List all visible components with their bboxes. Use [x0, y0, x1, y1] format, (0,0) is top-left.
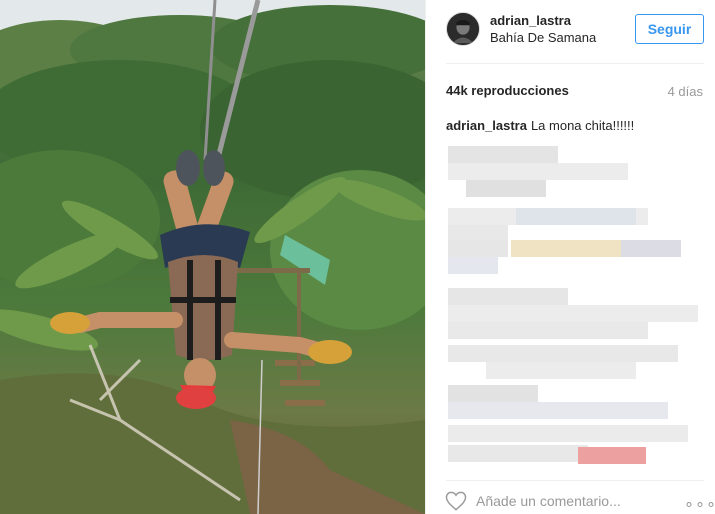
location-link[interactable]: Bahía De Samana: [490, 30, 596, 45]
pixel-block: [448, 240, 508, 257]
post-caption: adrian_lastra La mona chita!!!!!!: [446, 118, 634, 133]
post-header: adrian_lastra Bahía De Samana Seguir: [426, 0, 715, 62]
pixel-block: [511, 240, 621, 257]
post-media[interactable]: [0, 0, 425, 514]
pixel-block: [448, 257, 498, 274]
heart-icon[interactable]: [445, 491, 467, 511]
pixel-block: [578, 447, 646, 464]
pixel-block: [448, 305, 698, 322]
pixel-block: [516, 208, 636, 225]
caption-username[interactable]: adrian_lastra: [446, 118, 527, 133]
username-link[interactable]: adrian_lastra: [490, 13, 571, 28]
views-count[interactable]: 44k reproducciones: [446, 83, 569, 98]
pixel-block: [466, 180, 546, 197]
caption-text: La mona chita!!!!!!: [530, 118, 635, 133]
pixel-block: [448, 445, 588, 462]
pixelated-comments: [446, 140, 706, 472]
pixel-block: [448, 385, 538, 402]
pixel-block: [448, 163, 628, 180]
zipline-photo: [0, 0, 425, 514]
pixel-block: [448, 146, 558, 163]
post-side-panel: adrian_lastra Bahía De Samana Seguir 44k…: [425, 0, 715, 514]
footer-divider: [446, 480, 704, 481]
pixel-block: [448, 402, 668, 419]
pixel-block: [621, 240, 681, 257]
avatar-image: [447, 13, 479, 45]
pixel-block: [448, 345, 678, 362]
follow-button[interactable]: Seguir: [635, 14, 704, 44]
header-divider: [446, 63, 704, 64]
pixel-block: [486, 362, 636, 379]
more-options-icon[interactable]: ∘∘∘: [684, 494, 715, 514]
post-time[interactable]: 4 días: [668, 84, 703, 99]
pixel-block: [448, 425, 688, 442]
pixel-block: [448, 322, 648, 339]
add-comment-input[interactable]: [476, 490, 666, 512]
avatar[interactable]: [446, 12, 480, 46]
pixel-block: [448, 288, 568, 305]
